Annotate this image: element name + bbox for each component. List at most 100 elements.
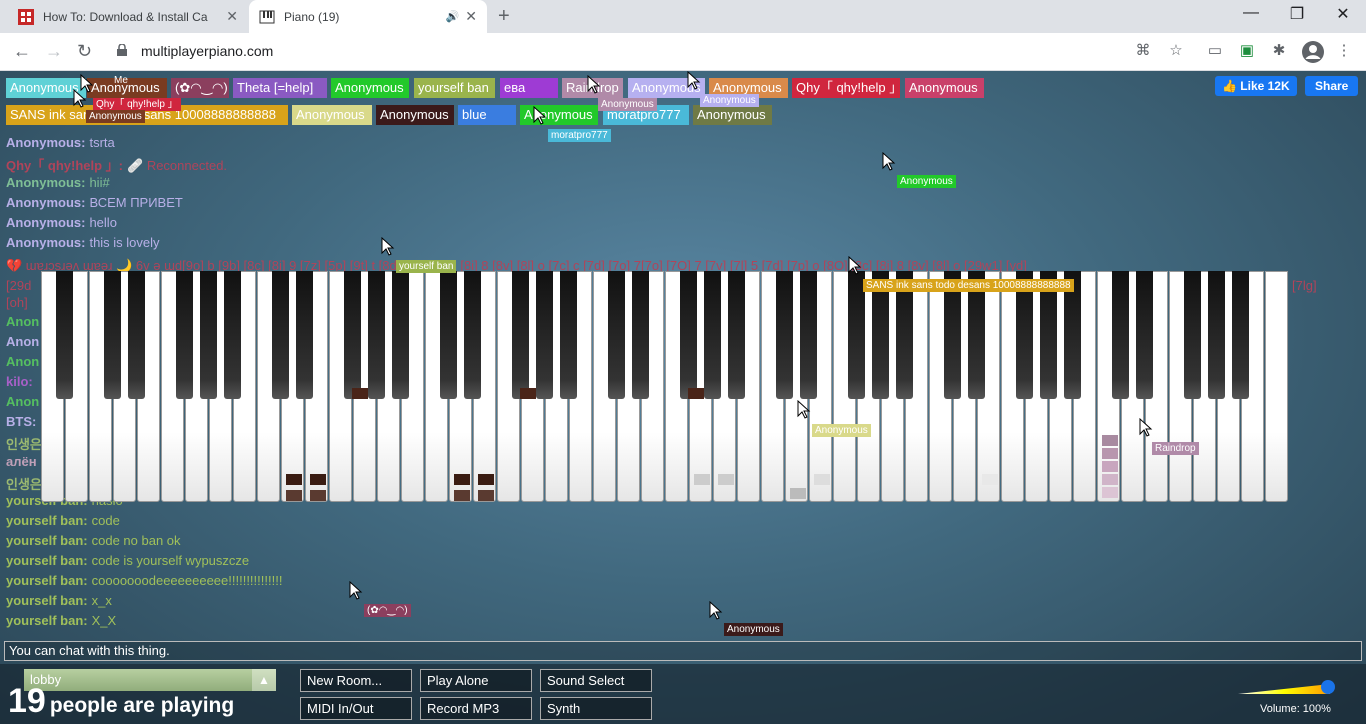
chat-message: BTS: <box>6 414 36 429</box>
chat-message: yourself ban: code no ban ok <box>6 533 181 548</box>
midi-button[interactable]: MIDI In/Out <box>300 697 412 720</box>
note-highlight <box>454 490 470 501</box>
note-highlight <box>310 490 326 501</box>
note-highlight <box>286 490 302 501</box>
user-tag[interactable]: blue <box>458 105 516 125</box>
black-key[interactable] <box>56 271 73 399</box>
black-key[interactable] <box>728 271 745 399</box>
black-key[interactable] <box>560 271 577 399</box>
black-key[interactable] <box>272 271 289 399</box>
note-highlight <box>790 488 806 499</box>
bookmark-star-icon[interactable]: ☆ <box>1168 43 1184 59</box>
cursor-label-sans: SANS ink sans todo desans 10008888888888 <box>863 279 1074 292</box>
user-tag[interactable]: Theta [=help] <box>233 78 327 98</box>
black-key[interactable] <box>128 271 145 399</box>
black-key[interactable] <box>1136 271 1153 399</box>
user-tag[interactable]: ева <box>500 78 558 98</box>
black-key[interactable] <box>776 271 793 399</box>
tab-howto[interactable]: How To: Download & Install Ca ✕ <box>8 0 248 33</box>
black-key[interactable] <box>1112 271 1129 399</box>
tab-piano[interactable]: Piano (19) 🔊 ✕ <box>249 0 487 33</box>
cast-icon[interactable]: ▭ <box>1207 43 1223 59</box>
facebook-share-button[interactable]: Share <box>1305 76 1359 96</box>
volume-slider-track[interactable] <box>1238 684 1330 694</box>
note-highlight <box>286 474 302 485</box>
black-key[interactable] <box>512 271 529 399</box>
user-tag[interactable]: Anonymous <box>376 105 454 125</box>
user-tag[interactable]: Anonymous <box>331 78 409 98</box>
black-key[interactable] <box>1184 271 1201 399</box>
back-icon[interactable]: ← <box>13 41 31 62</box>
profile-avatar-icon[interactable] <box>1302 41 1324 63</box>
cursor-label-raindrop: Raindrop <box>1152 442 1199 455</box>
facebook-like-button[interactable]: 👍 Like 12K <box>1215 76 1297 96</box>
black-key[interactable] <box>224 271 241 399</box>
extensions-puzzle-icon[interactable]: ✱ <box>1271 43 1287 59</box>
note-highlight <box>352 388 368 399</box>
note-highlight <box>982 474 998 485</box>
black-key[interactable] <box>440 271 457 399</box>
minimize-icon[interactable]: — <box>1228 4 1274 22</box>
browser-menu-icon[interactable]: ⋮ <box>1336 43 1352 59</box>
chat-author: Anonymous: <box>6 215 86 230</box>
chat-text: code is yourself wypuszcze <box>91 553 250 568</box>
volume-slider-knob[interactable] <box>1321 680 1335 694</box>
user-tag[interactable]: (✿◠‿◠) <box>171 78 229 98</box>
black-key[interactable] <box>704 271 721 399</box>
black-key[interactable] <box>680 271 697 399</box>
note-highlight <box>1102 461 1118 472</box>
chat-author: Anonymous: <box>6 235 86 250</box>
black-key[interactable] <box>176 271 193 399</box>
tab-close-icon[interactable]: ✕ <box>226 8 238 25</box>
black-key[interactable] <box>1208 271 1225 399</box>
user-tag[interactable]: Anonymous <box>520 105 598 125</box>
synth-button[interactable]: Synth <box>540 697 652 720</box>
black-key[interactable] <box>344 271 361 399</box>
chat-input[interactable]: You can chat with this thing. <box>4 641 1362 661</box>
chat-author: Anon <box>6 334 40 349</box>
black-key[interactable] <box>392 271 409 399</box>
black-key[interactable] <box>1232 271 1249 399</box>
mouse-cursor-icon <box>848 256 862 275</box>
chat-author: kilo: <box>6 374 33 389</box>
translate-icon[interactable]: ⌘ <box>1135 43 1151 59</box>
black-key[interactable] <box>800 271 817 399</box>
chat-author: yourself ban: <box>6 513 88 528</box>
new-tab-icon[interactable]: + <box>498 5 510 28</box>
new-room-button[interactable]: New Room... <box>300 669 412 692</box>
volume-label: Volume: 100% <box>1260 703 1331 715</box>
restore-icon[interactable]: ❐ <box>1274 4 1320 24</box>
tab-close-icon[interactable]: ✕ <box>465 8 477 25</box>
people-count: 19 people are playing <box>8 682 234 721</box>
user-tag[interactable]: Anonymous <box>693 105 772 125</box>
cursor-label-anonymous: Anonymous <box>700 94 759 107</box>
user-tag[interactable]: Anonymous <box>905 78 984 98</box>
black-key[interactable] <box>464 271 481 399</box>
white-key[interactable] <box>1265 271 1288 502</box>
chevron-up-icon[interactable]: ▲ <box>252 669 276 691</box>
sound-select-button[interactable]: Sound Select <box>540 669 652 692</box>
close-window-icon[interactable]: ✕ <box>1320 4 1366 24</box>
address-bar[interactable]: multiplayerpiano.com <box>141 43 273 59</box>
extension-green-icon[interactable]: ▣ <box>1239 43 1255 59</box>
black-key[interactable] <box>368 271 385 399</box>
black-key[interactable] <box>200 271 217 399</box>
chat-message: Anonymous: this is lovely <box>6 235 160 250</box>
reload-icon[interactable]: ↻ <box>77 41 92 62</box>
chat-message: yourself ban: code <box>6 513 120 528</box>
play-alone-button[interactable]: Play Alone <box>420 669 532 692</box>
record-mp3-button[interactable]: Record MP3 <box>420 697 532 720</box>
piano-keyboard[interactable] <box>41 271 1289 502</box>
forward-icon[interactable]: → <box>45 41 63 62</box>
chat-text: cooooooodeeeeeeeeee!!!!!!!!!!!!!!! <box>91 573 283 588</box>
black-key[interactable] <box>104 271 121 399</box>
user-tag[interactable]: yourself ban <box>414 78 495 98</box>
black-key[interactable] <box>536 271 553 399</box>
user-tag[interactable]: Qhy「 qhy!help 」 <box>792 78 900 98</box>
black-key[interactable] <box>608 271 625 399</box>
black-key[interactable] <box>296 271 313 399</box>
lock-icon[interactable] <box>117 44 127 56</box>
user-tag[interactable]: Anonymous <box>292 105 372 125</box>
black-key[interactable] <box>632 271 649 399</box>
audio-playing-icon[interactable]: 🔊 <box>446 10 460 23</box>
